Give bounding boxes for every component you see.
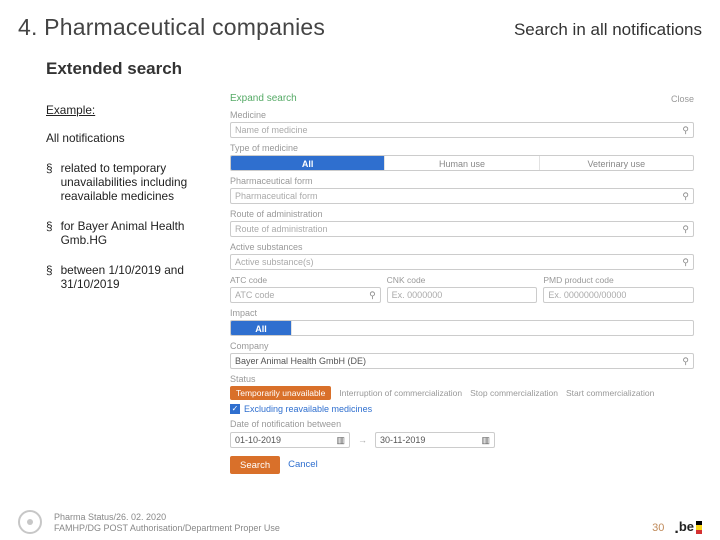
list-item: related to temporary unavailabilities in… <box>46 161 222 203</box>
search-icon: ⚲ <box>682 257 689 268</box>
search-icon: ⚲ <box>682 125 689 136</box>
excluding-label: Excluding reavailable medicines <box>244 404 372 414</box>
route-label: Route of administration <box>230 209 694 219</box>
type-option-human[interactable]: Human use <box>384 156 538 170</box>
page-subtitle: Search in all notifications <box>514 20 702 40</box>
company-value: Bayer Animal Health GmbH (DE) <box>235 356 366 366</box>
all-notifications-text: All notifications <box>46 131 222 145</box>
be-logo: . be <box>674 519 702 534</box>
section-heading: Extended search <box>46 59 702 79</box>
pharmform-label: Pharmaceutical form <box>230 176 694 186</box>
status-label: Status <box>230 374 694 384</box>
cnk-placeholder: Ex. 0000000 <box>392 290 443 300</box>
pmd-label: PMD product code <box>543 275 694 285</box>
date-from-input[interactable]: 01-10-2019 ▥ <box>230 432 350 448</box>
date-from-value: 01-10-2019 <box>235 435 281 445</box>
excluding-checkbox[interactable]: ✓ Excluding reavailable medicines <box>230 404 694 414</box>
expand-search-link[interactable]: Expand search <box>230 93 297 104</box>
active-label: Active substances <box>230 242 694 252</box>
be-text: be <box>679 519 694 534</box>
close-link[interactable]: Close <box>671 94 694 104</box>
page-title: 4. Pharmaceutical companies <box>18 14 325 41</box>
type-segmented[interactable]: All Human use Veterinary use <box>230 155 694 171</box>
search-icon: ⚲ <box>682 356 689 367</box>
pharmform-placeholder: Pharmaceutical form <box>235 191 318 201</box>
atc-input[interactable]: ATC code ⚲ <box>230 287 381 303</box>
list-item: between 1/10/2019 and 31/10/2019 <box>46 263 222 291</box>
status-option[interactable]: Stop commercialization <box>470 388 558 398</box>
status-options: Temporarily unavailable Interruption of … <box>230 386 694 400</box>
arrow-right-icon: → <box>358 435 367 445</box>
left-panel: Example: All notifications related to te… <box>18 93 230 474</box>
company-label: Company <box>230 341 694 351</box>
status-chip-selected[interactable]: Temporarily unavailable <box>230 386 331 400</box>
type-label: Type of medicine <box>230 143 694 153</box>
medicine-input[interactable]: Name of medicine ⚲ <box>230 122 694 138</box>
footer-line1: Pharma Status/26. 02. 2020 <box>54 512 652 523</box>
active-input[interactable]: Active substance(s) ⚲ <box>230 254 694 270</box>
impact-label: Impact <box>230 308 694 318</box>
company-input[interactable]: Bayer Animal Health GmbH (DE) ⚲ <box>230 353 694 369</box>
daterange-label: Date of notification between <box>230 419 694 429</box>
checkbox-icon: ✓ <box>230 404 240 414</box>
example-label: Example: <box>46 103 222 117</box>
active-placeholder: Active substance(s) <box>235 257 314 267</box>
date-to-value: 30-11-2019 <box>380 435 425 445</box>
date-to-input[interactable]: 30-11-2019 ▥ <box>375 432 495 448</box>
calendar-icon: ▥ <box>336 435 345 446</box>
cancel-button[interactable]: Cancel <box>288 456 318 474</box>
footer-line2: FAMHP/DG POST Authorisation/Department P… <box>54 523 652 534</box>
bullet-1: related to temporary unavailabilities in… <box>61 161 222 203</box>
search-icon: ⚲ <box>682 224 689 235</box>
atc-label: ATC code <box>230 275 381 285</box>
type-option-all[interactable]: All <box>231 156 384 170</box>
search-icon: ⚲ <box>369 290 376 301</box>
page-number: 30 <box>652 522 664 534</box>
impact-segmented[interactable]: All <box>230 320 694 336</box>
status-option[interactable]: Start commercialization <box>566 388 654 398</box>
search-icon: ⚲ <box>682 191 689 202</box>
cnk-input[interactable]: Ex. 0000000 <box>387 287 538 303</box>
type-option-vet[interactable]: Veterinary use <box>539 156 693 170</box>
calendar-icon: ▥ <box>481 435 490 446</box>
impact-option-blank[interactable] <box>291 321 693 335</box>
bullet-3: between 1/10/2019 and 31/10/2019 <box>61 263 222 291</box>
status-option[interactable]: Interruption of commercialization <box>339 388 462 398</box>
route-placeholder: Route of administration <box>235 224 328 234</box>
atc-placeholder: ATC code <box>235 290 274 300</box>
list-item: for Bayer Animal Health Gmb.HG <box>46 219 222 247</box>
pmd-input[interactable]: Ex. 0000000/00000 <box>543 287 694 303</box>
pharmform-input[interactable]: Pharmaceutical form ⚲ <box>230 188 694 204</box>
medicine-placeholder: Name of medicine <box>235 125 308 135</box>
medicine-label: Medicine <box>230 110 694 120</box>
cnk-label: CNK code <box>387 275 538 285</box>
impact-option-all[interactable]: All <box>231 321 291 335</box>
search-form-screenshot: Expand search Close Medicine Name of med… <box>230 93 702 474</box>
bullet-2: for Bayer Animal Health Gmb.HG <box>61 219 222 247</box>
footer-text: Pharma Status/26. 02. 2020 FAMHP/DG POST… <box>54 512 652 535</box>
belgium-flag-icon <box>696 521 702 534</box>
search-button[interactable]: Search <box>230 456 280 474</box>
route-input[interactable]: Route of administration ⚲ <box>230 221 694 237</box>
famhp-logo-icon <box>18 510 42 534</box>
pmd-placeholder: Ex. 0000000/00000 <box>548 290 626 300</box>
